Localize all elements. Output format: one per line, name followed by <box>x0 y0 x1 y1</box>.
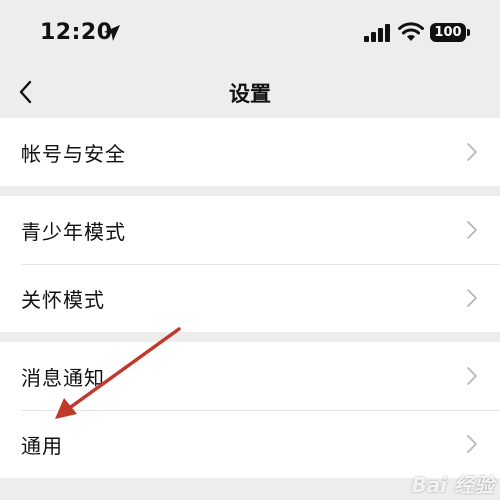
chevron-right-icon <box>467 367 477 385</box>
settings-item-label: 消息通知 <box>21 365 105 390</box>
settings-item-label: 帐号与安全 <box>21 141 126 166</box>
chevron-right-icon <box>467 143 477 161</box>
status-bar: 12:20 100 <box>0 0 500 66</box>
chevron-right-icon <box>467 221 477 239</box>
battery-level: 100 <box>434 25 462 40</box>
nav-bar: 设置 <box>0 66 500 118</box>
signal-bars-icon <box>364 24 390 42</box>
settings-item-account-security[interactable]: 帐号与安全 <box>0 118 500 186</box>
chevron-right-icon <box>467 435 477 453</box>
battery-icon: 100 <box>430 23 466 42</box>
settings-item-notifications[interactable]: 消息通知 <box>0 342 500 410</box>
settings-item-label: 通用 <box>21 433 63 458</box>
settings-group-modes: 青少年模式 关怀模式 <box>0 196 500 332</box>
settings-item-care-mode[interactable]: 关怀模式 <box>0 264 500 332</box>
settings-group-general: 消息通知 通用 <box>0 342 500 478</box>
settings-item-teen-mode[interactable]: 青少年模式 <box>0 196 500 264</box>
page-title: 设置 <box>229 82 271 106</box>
location-arrow-icon <box>104 25 120 41</box>
chevron-right-icon <box>467 289 477 307</box>
watermark: Bai 经验 <box>411 473 494 497</box>
settings-item-label: 青少年模式 <box>21 219 126 244</box>
wifi-icon <box>398 22 424 41</box>
settings-item-label: 关怀模式 <box>21 287 105 312</box>
settings-item-general[interactable]: 通用 <box>0 410 500 478</box>
settings-group-account: 帐号与安全 <box>0 118 500 186</box>
battery-tip <box>467 29 470 36</box>
